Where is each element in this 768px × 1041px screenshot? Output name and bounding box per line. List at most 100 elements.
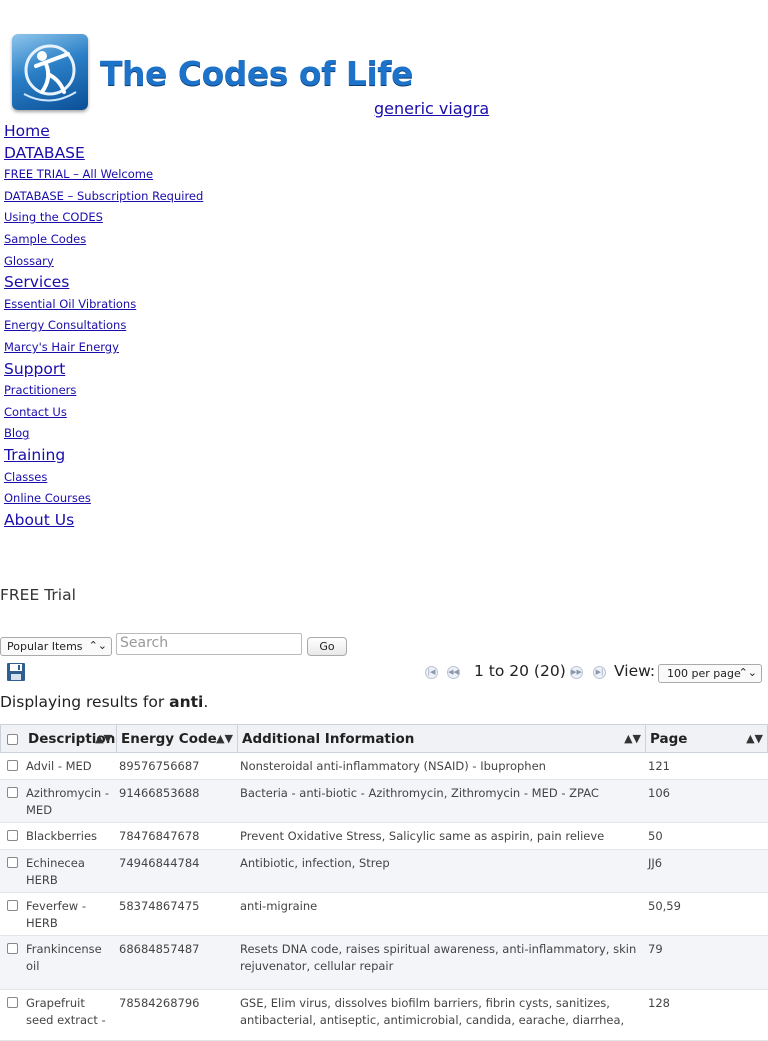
table-body: Advil - MED 89576756687 Nonsteroidal anti-… <box>0 753 768 1041</box>
nav-link-energy-consultations[interactable]: Energy Consultations <box>4 315 203 337</box>
cell-energy-code: 58374867475 <box>119 899 200 913</box>
cell-page: 121 <box>648 759 670 773</box>
logo-text[interactable]: The Codes of Life <box>100 54 414 93</box>
nav-link-free-trial-all-welcome[interactable]: FREE TRIAL – All Welcome <box>4 164 203 186</box>
section-title: FREE Trial <box>0 586 76 604</box>
chevron-updown-icon: ⌃⌄ <box>738 666 757 679</box>
column-label: Energy Code <box>121 731 217 747</box>
column-label: Additional Information <box>242 731 415 747</box>
table-row[interactable]: Azithromycin - MED 91466853688 Bacteria - … <box>0 780 768 823</box>
column-header-description[interactable]: Description ▲▼ <box>24 725 117 753</box>
cell-description: Advil - MED <box>26 759 92 773</box>
nav-link-services[interactable]: Services <box>4 272 203 294</box>
cell-description: Blackberries <box>26 829 98 843</box>
search-input[interactable]: Search <box>116 633 302 655</box>
row-checkbox[interactable] <box>7 943 18 954</box>
table-row[interactable]: Feverfew - HERB 58374867475 anti-migraine 5… <box>0 893 768 936</box>
table-row[interactable]: Blackberries 78476847678 Prevent Oxidative… <box>0 823 768 850</box>
row-checkbox[interactable] <box>7 997 18 1008</box>
nav-link-marcy-s-hair-energy[interactable]: Marcy's Hair Energy <box>4 337 203 359</box>
prev-page-icon[interactable]: ◀◀ <box>447 666 460 679</box>
results-query: anti <box>169 693 204 711</box>
per-page-value: 100 per page <box>667 667 741 680</box>
results-prefix: Displaying results for <box>0 693 170 711</box>
cell-energy-code: 89576756687 <box>119 759 200 773</box>
cell-page: 106 <box>648 786 670 800</box>
column-header-page[interactable]: Page ▲▼ <box>646 725 767 753</box>
sponsor-link[interactable]: generic viagra <box>374 99 489 118</box>
last-page-icon[interactable]: ▶| <box>593 666 606 679</box>
table-header: Description ▲▼ Energy Code ▲▼ Additional I… <box>0 725 768 753</box>
cell-additional-info: Nonsteroidal anti-inflammatory (NSAID) -… <box>240 759 546 773</box>
row-checkbox[interactable] <box>7 760 18 771</box>
site-header: The Codes of Life generic viagra <box>0 0 768 120</box>
row-checkbox[interactable] <box>7 857 18 868</box>
save-icon[interactable] <box>6 662 26 686</box>
table-row[interactable]: Echinecea HERB 74946844784 Antibiotic, inf… <box>0 850 768 893</box>
cell-energy-code: 91466853688 <box>119 786 200 800</box>
cell-energy-code: 78476847678 <box>119 829 200 843</box>
page-range: 1 to 20 (20) <box>474 662 566 680</box>
column-header-additional-information[interactable]: Additional Information ▲▼ <box>238 725 646 753</box>
column-label: Page <box>650 731 688 747</box>
results-table: Description ▲▼ Energy Code ▲▼ Additional I… <box>0 724 768 1041</box>
column-header-energy-code[interactable]: Energy Code ▲▼ <box>117 725 238 753</box>
first-page-icon[interactable]: |◀ <box>425 666 438 679</box>
nav-link-using-the-codes[interactable]: Using the CODES <box>4 207 203 229</box>
nav-link-about-us[interactable]: About Us <box>4 510 203 532</box>
main-navigation: Home DATABASE FREE TRIAL – All Welcome DATA… <box>4 121 203 531</box>
nav-link-sample-codes[interactable]: Sample Codes <box>4 229 203 251</box>
cell-page: 128 <box>648 996 670 1010</box>
nav-link-database[interactable]: DATABASE <box>4 143 203 165</box>
filter-select-value: Popular Items <box>7 640 83 653</box>
cell-additional-info: anti-migraine <box>240 899 318 913</box>
view-label: View: <box>614 662 656 680</box>
filter-select[interactable]: Popular Items ⌃⌄ <box>0 637 112 656</box>
nav-link-database-subscription-required[interactable]: DATABASE – Subscription Required <box>4 186 203 208</box>
sort-icon: ▲▼ <box>216 732 233 745</box>
results-suffix: . <box>203 693 209 711</box>
cell-page: 50,59 <box>648 899 681 913</box>
table-row[interactable]: Grapefruit seed extract -78584268796 GSE,… <box>0 990 768 1041</box>
cell-page: 79 <box>648 942 663 956</box>
nav-link-home[interactable]: Home <box>4 121 203 143</box>
sort-icon: ▲▼ <box>624 732 641 745</box>
table-row[interactable]: Advil - MED 89576756687 Nonsteroidal anti-… <box>0 753 768 780</box>
per-page-select[interactable]: 100 per page ⌃⌄ <box>658 664 762 683</box>
cell-additional-info: Antibiotic, infection, Strep <box>240 856 390 870</box>
nav-link-essential-oil-vibrations[interactable]: Essential Oil Vibrations <box>4 294 203 316</box>
sort-icon: ▲▼ <box>746 732 763 745</box>
cell-page: 50 <box>648 829 663 843</box>
results-summary: Displaying results for anti. <box>0 693 208 711</box>
cell-description: Echinecea HERB <box>26 856 85 887</box>
sort-icon: ▲▼ <box>95 732 112 745</box>
table-row[interactable]: Frankincense oil 68684857487 Resets DNA co… <box>0 936 768 990</box>
nav-link-glossary[interactable]: Glossary <box>4 251 203 273</box>
nav-link-contact-us[interactable]: Contact Us <box>4 402 203 424</box>
next-page-icon[interactable]: ▶▶ <box>570 666 583 679</box>
logo-icon[interactable] <box>12 34 88 110</box>
chevron-updown-icon: ⌃⌄ <box>88 639 107 652</box>
row-checkbox[interactable] <box>7 830 18 841</box>
nav-link-blog[interactable]: Blog <box>4 423 203 445</box>
row-checkbox[interactable] <box>7 787 18 798</box>
nav-link-online-courses[interactable]: Online Courses <box>4 488 203 510</box>
cell-additional-info: Bacteria - anti-biotic - Azithromycin, Z… <box>240 786 599 800</box>
nav-link-practitioners[interactable]: Practitioners <box>4 380 203 402</box>
cell-energy-code: 78584268796 <box>119 996 200 1010</box>
row-checkbox[interactable] <box>7 900 18 911</box>
cell-description: Azithromycin - MED <box>26 786 110 817</box>
nav-link-support[interactable]: Support <box>4 359 203 381</box>
search-toolbar: Popular Items ⌃⌄ Search Go <box>0 632 768 658</box>
cell-description: Frankincense oil <box>26 942 102 973</box>
cell-additional-info: Resets DNA code, raises spiritual awaren… <box>240 942 637 973</box>
go-button[interactable]: Go <box>307 637 347 656</box>
nav-link-classes[interactable]: Classes <box>4 467 203 489</box>
cell-energy-code: 68684857487 <box>119 942 200 956</box>
select-all-checkbox[interactable] <box>7 734 18 745</box>
cell-description: Feverfew - HERB <box>26 899 87 930</box>
cell-energy-code: 74946844784 <box>119 856 200 870</box>
cell-additional-info: Prevent Oxidative Stress, Salicylic same… <box>240 829 605 843</box>
nav-link-training[interactable]: Training <box>4 445 203 467</box>
pager: |◀ ◀◀ 1 to 20 (20) ▶▶ ▶| View: 100 per p… <box>0 660 768 684</box>
